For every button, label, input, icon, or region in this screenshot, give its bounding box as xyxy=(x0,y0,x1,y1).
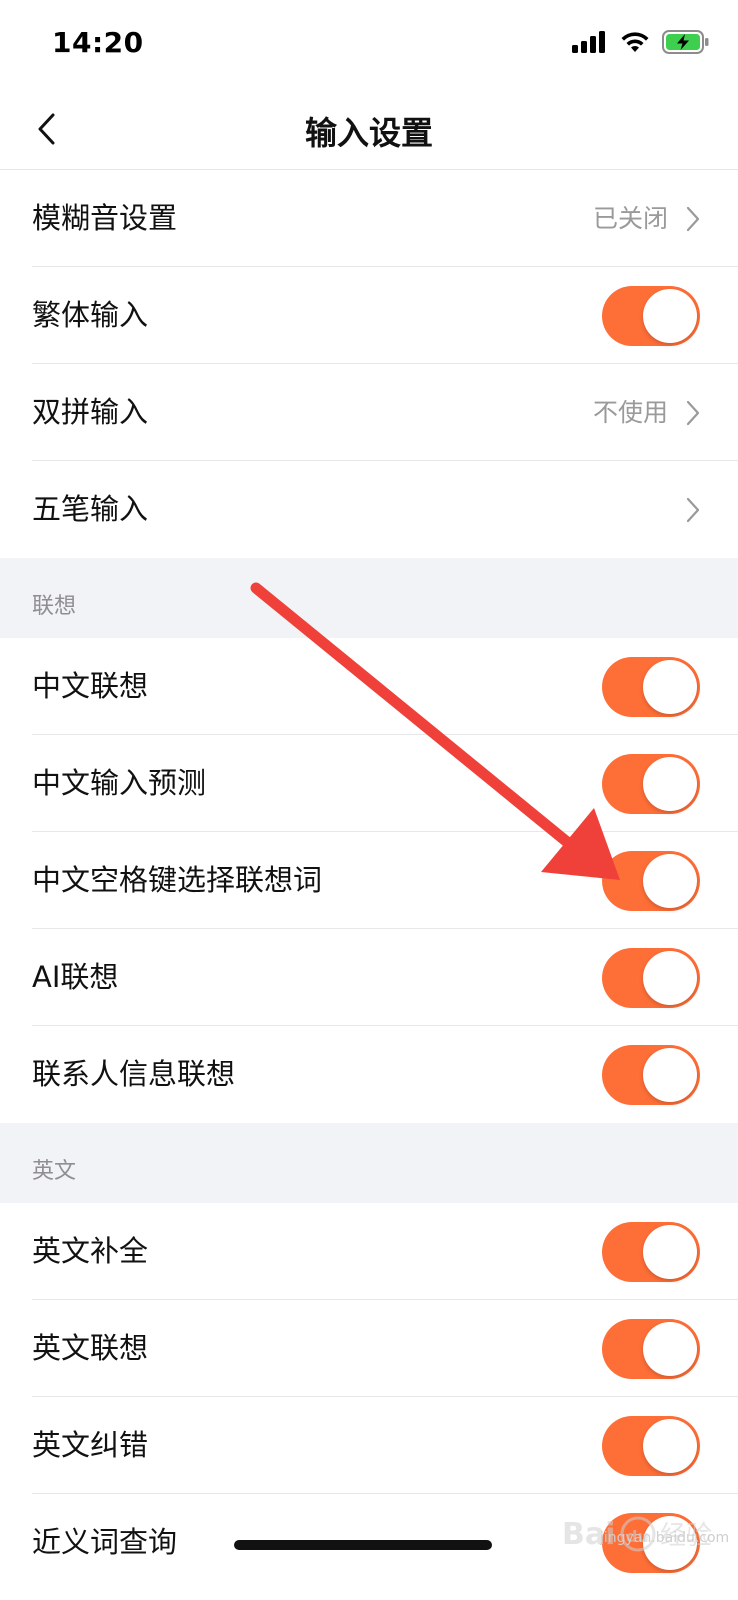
setting-label: AI联想 xyxy=(32,960,119,994)
setting-row-chinese-association: 中文联想 xyxy=(0,638,738,735)
toggle-switch[interactable] xyxy=(602,657,700,717)
setting-row-contact-association: 联系人信息联想 xyxy=(0,1026,738,1123)
setting-row-english-association: 英文联想 xyxy=(0,1300,738,1397)
chevron-right-icon xyxy=(686,206,700,232)
setting-label: 双拼输入 xyxy=(32,395,149,429)
setting-row-space-select-association: 中文空格键选择联想词 xyxy=(0,832,738,929)
setting-row-wubi-input[interactable]: 五笔输入 xyxy=(0,461,738,558)
toggle-switch[interactable] xyxy=(602,1045,700,1105)
toggle-switch[interactable] xyxy=(602,286,700,346)
status-bar: 14:20 xyxy=(0,0,738,90)
setting-label: 中文空格键选择联想词 xyxy=(32,863,323,897)
section-header-label: 英文 xyxy=(32,1159,77,1184)
toggle-switch[interactable] xyxy=(602,851,700,911)
toggle-knob xyxy=(643,757,697,811)
home-indicator[interactable] xyxy=(234,1540,492,1550)
setting-row-fuzzy-pinyin[interactable]: 模糊音设置 已关闭 xyxy=(0,170,738,267)
section-header-label: 联想 xyxy=(32,594,77,619)
setting-label: 近义词查询 xyxy=(32,1525,178,1559)
toggle-switch[interactable] xyxy=(602,948,700,1008)
settings-list: 模糊音设置 已关闭 繁体输入 双拼输入 不使用 五笔输入 联想 中文联想 中文输… xyxy=(0,170,738,1591)
setting-label: 英文联想 xyxy=(32,1331,149,1365)
cellular-signal-icon xyxy=(572,31,605,53)
setting-label: 英文补全 xyxy=(32,1234,149,1268)
toggle-knob xyxy=(643,1048,697,1102)
toggle-knob xyxy=(643,1322,697,1376)
toggle-knob xyxy=(643,951,697,1005)
setting-label: 五笔输入 xyxy=(32,492,149,526)
status-time: 14:20 xyxy=(52,26,144,59)
status-icons xyxy=(572,30,710,54)
page-title: 输入设置 xyxy=(304,114,433,152)
setting-value: 已关闭 xyxy=(592,204,668,233)
setting-row-english-correction: 英文纠错 xyxy=(0,1397,738,1494)
toggle-knob xyxy=(643,854,697,908)
toggle-switch[interactable] xyxy=(602,1416,700,1476)
toggle-switch[interactable] xyxy=(602,1319,700,1379)
setting-row-chinese-prediction: 中文输入预测 xyxy=(0,735,738,832)
battery-charging-icon xyxy=(662,30,709,54)
setting-row-english-completion: 英文补全 xyxy=(0,1203,738,1300)
setting-row-ai-association: AI联想 xyxy=(0,929,738,1026)
toggle-switch[interactable] xyxy=(602,1222,700,1282)
setting-label: 中文联想 xyxy=(32,669,149,703)
toggle-switch[interactable] xyxy=(602,754,700,814)
setting-row-traditional-input: 繁体输入 xyxy=(0,267,738,364)
setting-value: 不使用 xyxy=(592,398,668,427)
watermark-url: jingyan.baidu.com xyxy=(600,1530,730,1546)
section-header-english: 英文 xyxy=(0,1123,738,1203)
toggle-knob xyxy=(643,1419,697,1473)
chevron-right-icon xyxy=(686,497,700,523)
setting-label: 繁体输入 xyxy=(32,298,149,332)
toggle-knob xyxy=(643,1225,697,1279)
setting-label: 模糊音设置 xyxy=(32,201,178,235)
section-header-association: 联想 xyxy=(0,558,738,638)
toggle-knob xyxy=(643,289,697,343)
nav-bar: 输入设置 xyxy=(0,90,738,170)
toggle-knob xyxy=(643,660,697,714)
wifi-icon xyxy=(621,32,649,52)
chevron-right-icon xyxy=(686,400,700,426)
setting-label: 联系人信息联想 xyxy=(32,1057,236,1091)
setting-label: 中文输入预测 xyxy=(32,766,207,800)
setting-row-double-pinyin[interactable]: 双拼输入 不使用 xyxy=(0,364,738,461)
setting-label: 英文纠错 xyxy=(32,1428,149,1462)
